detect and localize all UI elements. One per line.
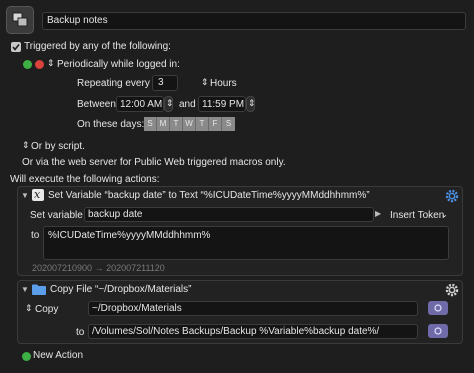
source-path-field[interactable]: ~/Dropbox/Materials bbox=[88, 301, 418, 316]
camera-icon[interactable] bbox=[428, 324, 448, 338]
macro-icon[interactable] bbox=[6, 6, 34, 34]
end-time-value: 11:59 PM bbox=[202, 99, 245, 110]
folder-icon bbox=[32, 284, 46, 298]
end-time-stepper[interactable]: ⇕ bbox=[246, 96, 256, 112]
source-path-value: ~/Dropbox/Materials bbox=[92, 303, 182, 314]
action1-title: Set Variable “backup date” to Text “%ICU… bbox=[48, 190, 370, 201]
day-tuesday[interactable]: T bbox=[170, 117, 183, 131]
macro-name-field[interactable]: Backup notes bbox=[42, 12, 466, 30]
insert-token-button[interactable]: Insert Token bbox=[390, 210, 444, 221]
text-value-field[interactable]: %ICUDateTime%yyyyMMddhhmm% bbox=[43, 226, 449, 260]
repeating-label: Repeating every bbox=[77, 78, 150, 89]
repeat-value: 3 bbox=[158, 77, 164, 88]
macro-name-value: Backup notes bbox=[47, 15, 108, 26]
stepper-icon[interactable]: ⇕ bbox=[22, 140, 30, 151]
days-selector[interactable]: S M T W T F S bbox=[144, 117, 235, 131]
add-icon[interactable] bbox=[22, 352, 31, 361]
end-time-field[interactable]: 11:59 PM bbox=[198, 96, 246, 112]
action-set-variable[interactable]: ▼ x Set Variable “backup date” to Text “… bbox=[17, 186, 463, 276]
actions-heading: Will execute the following actions: bbox=[10, 174, 160, 185]
disclosure-arrow-icon[interactable]: ▼ bbox=[21, 191, 29, 200]
camera-icon[interactable] bbox=[428, 301, 448, 315]
trigger-heading: Triggered by any of the following: bbox=[24, 41, 171, 52]
or-by-script-label: Or by script. bbox=[31, 141, 85, 152]
checkbox-icon[interactable] bbox=[11, 42, 21, 52]
to-label: to bbox=[76, 327, 85, 338]
copy-mode-select[interactable]: Copy bbox=[35, 304, 58, 315]
variable-name-value: backup date bbox=[88, 209, 143, 220]
days-label: On these days: bbox=[77, 119, 145, 130]
day-monday[interactable]: M bbox=[157, 117, 170, 131]
gear-icon[interactable] bbox=[445, 189, 459, 206]
stepper-icon: ⇕ bbox=[166, 98, 174, 108]
set-variable-label: Set variable bbox=[30, 210, 83, 221]
variable-x-icon: x bbox=[32, 188, 44, 201]
stepper-icon[interactable]: ⇕ bbox=[201, 77, 209, 88]
day-sunday[interactable]: S bbox=[144, 117, 157, 131]
stepper-icon[interactable]: ⇕ bbox=[47, 58, 55, 69]
repeat-value-field[interactable]: 3 bbox=[152, 75, 178, 91]
to-label: to bbox=[31, 230, 40, 241]
web-server-text: Or via the web server for Public Web tri… bbox=[22, 157, 286, 168]
day-saturday[interactable]: S bbox=[222, 117, 235, 131]
preview-text: 202007210900 → 202007211120 bbox=[32, 263, 165, 273]
between-label: Between bbox=[77, 99, 116, 110]
stepper-icon: ⇕ bbox=[248, 98, 256, 108]
start-time-value: 12:00 AM bbox=[120, 99, 163, 110]
gear-icon[interactable] bbox=[445, 283, 459, 300]
start-time-stepper[interactable]: ⇕ bbox=[164, 96, 174, 112]
action-copy-file[interactable]: ▼ Copy File “~/Dropbox/Materials” ⇕ Copy… bbox=[17, 280, 463, 344]
variable-name-field[interactable]: backup date bbox=[84, 207, 374, 222]
chevron-down-icon[interactable]: ▶ bbox=[375, 209, 381, 218]
add-icon[interactable] bbox=[23, 60, 32, 69]
day-friday[interactable]: F bbox=[209, 117, 222, 131]
new-action-button[interactable]: New Action bbox=[33, 350, 83, 361]
disclosure-arrow-icon[interactable]: ▼ bbox=[21, 285, 29, 294]
destination-path-value: /Volumes/Sol/Notes Backups/Backup %Varia… bbox=[92, 326, 380, 337]
text-value: %ICUDateTime%yyyyMMddhhmm% bbox=[48, 230, 211, 241]
periodic-trigger-label: Periodically while logged in: bbox=[57, 59, 180, 70]
and-label: and bbox=[179, 99, 196, 110]
unit-select[interactable]: Hours bbox=[210, 78, 237, 89]
remove-icon[interactable] bbox=[35, 60, 44, 69]
destination-path-field[interactable]: /Volumes/Sol/Notes Backups/Backup %Varia… bbox=[88, 324, 418, 339]
start-time-field[interactable]: 12:00 AM bbox=[116, 96, 164, 112]
day-wednesday[interactable]: W bbox=[183, 117, 196, 131]
day-thursday[interactable]: T bbox=[196, 117, 209, 131]
action2-title: Copy File “~/Dropbox/Materials” bbox=[50, 284, 192, 295]
stepper-icon[interactable]: ⇕ bbox=[25, 303, 33, 314]
chevron-down-icon[interactable]: ⌄ bbox=[441, 210, 448, 219]
